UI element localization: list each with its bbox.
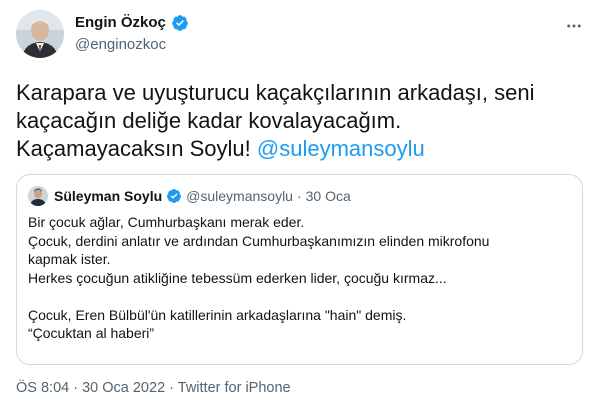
meta-separator: · (69, 380, 83, 396)
author-display-name[interactable]: Engin Özkoç (75, 14, 166, 32)
tweet-date[interactable]: 30 Oca 2022 (82, 380, 165, 396)
tweet-mention-link[interactable]: @suleymansoylu (257, 136, 425, 161)
quote-body: Bir çocuk ağlar, Cumhurbaşkanı merak ede… (28, 213, 568, 343)
quote-tweet-card[interactable]: Süleyman Soylu @suleymansoylu · 30 Oca B… (16, 174, 583, 365)
tweet-text-line: kaçacağın deliğe kadar kovalayacağım. (16, 108, 402, 133)
quote-line: “Çocuktan al haberi” (28, 325, 155, 341)
quote-author-avatar (28, 186, 48, 206)
quote-avatar-image (28, 186, 48, 206)
tweet-text-line: Kaçamayacaksın Soylu! (16, 136, 257, 161)
tweet-time[interactable]: ÖS 8:04 (16, 380, 69, 396)
quote-separator: · (296, 188, 302, 204)
meta-separator: · (165, 380, 178, 396)
author-avatar[interactable] (16, 10, 64, 58)
quote-line: kapmak ister. (28, 251, 111, 267)
verified-badge-icon (171, 15, 188, 31)
author-handle[interactable]: @enginozkoc (75, 36, 166, 54)
quote-date[interactable]: 30 Oca (306, 188, 351, 204)
quote-line: Herkes çocuğun atikliğine tebessüm ederk… (28, 269, 447, 286)
quote-line (28, 287, 568, 306)
quote-header: Süleyman Soylu @suleymansoylu · 30 Oca (28, 186, 351, 206)
tweet-source-link[interactable]: Twitter for iPhone (178, 380, 291, 396)
quote-line: Çocuk, derdini anlatır ve ardından Cumhu… (28, 232, 490, 249)
more-options-button[interactable] (564, 16, 584, 36)
author-avatar-image (16, 10, 64, 58)
quote-line: Bir çocuk ağlar, Cumhurbaşkanı merak ede… (28, 214, 305, 230)
verified-badge-icon (167, 189, 182, 203)
quote-author-name: Süleyman Soylu (54, 188, 163, 204)
tweet-meta: ÖS 8:04 · 30 Oca 2022 · Twitter for iPho… (16, 380, 291, 396)
tweet-text-line: Karapara ve uyuşturucu kaçakçılarının ar… (16, 80, 535, 105)
quote-author-handle: @suleymansoylu (186, 188, 293, 204)
quote-line: Çocuk, Eren Bülbül'ün katillerinin arkad… (28, 306, 407, 323)
more-icon (567, 24, 581, 28)
tweet-text: Karapara ve uyuşturucu kaçakçılarının ar… (16, 79, 586, 163)
author-name-row: Engin Özkoç (75, 14, 189, 32)
